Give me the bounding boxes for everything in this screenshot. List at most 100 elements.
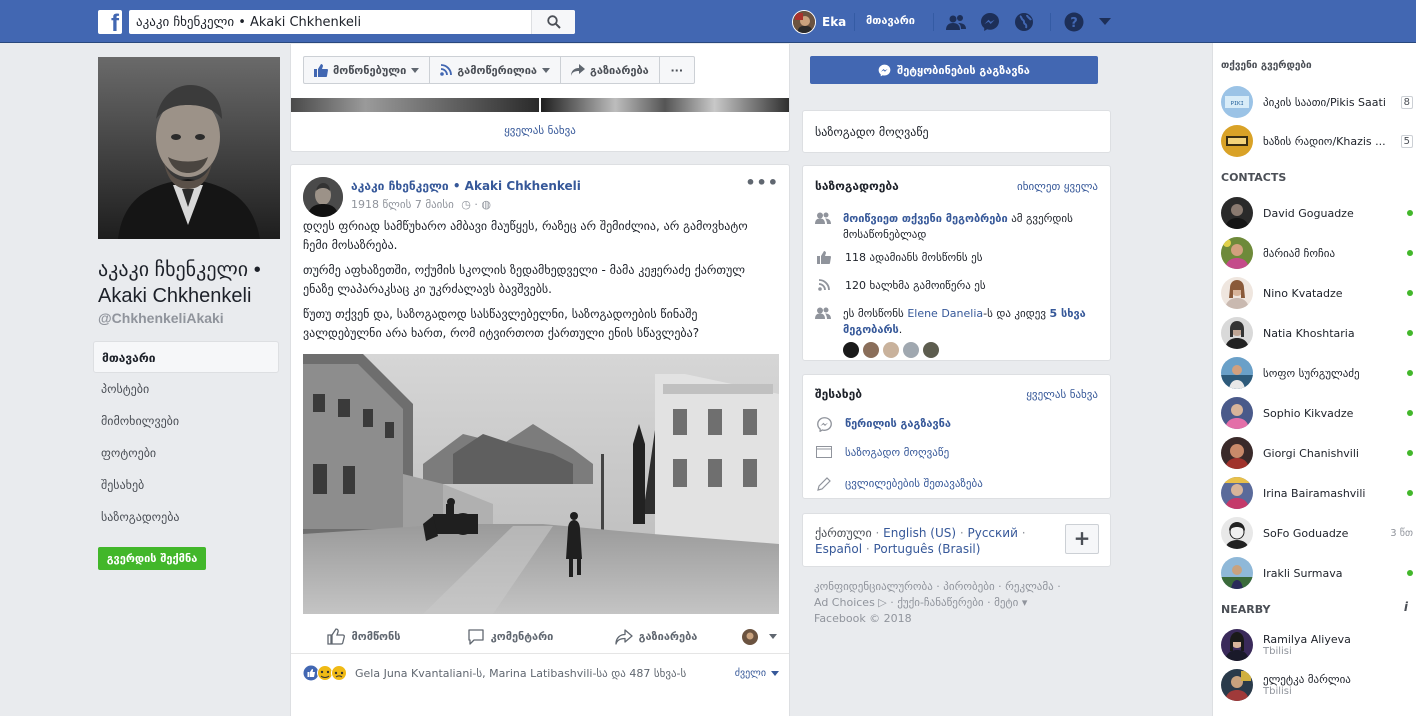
more-options-button[interactable]: ··· — [658, 56, 695, 84]
post-actions: მომწონს კომენტარი გაზიარება — [291, 620, 789, 654]
friends-icon — [815, 307, 831, 319]
nav-item-photos[interactable]: ფოტოები — [93, 437, 279, 469]
language-spanish[interactable]: Español — [815, 542, 862, 556]
contact-name: Nino Kvatadze — [1263, 286, 1343, 300]
nav-item-about[interactable]: შესახებ — [93, 469, 279, 501]
search-input[interactable] — [129, 11, 531, 33]
avatar[interactable] — [903, 342, 919, 358]
photo-strip[interactable] — [291, 98, 789, 112]
about-see-all-link[interactable]: ყველას ნახვა — [1026, 388, 1098, 401]
photo-thumbnail[interactable] — [541, 98, 789, 112]
friend-name-link[interactable]: Elene Danelia — [907, 307, 983, 320]
notifications-button[interactable] — [1013, 11, 1035, 33]
contact-item[interactable]: David Goguadze — [1221, 195, 1413, 231]
category-link[interactable]: საზოგადო მოღვაწე — [845, 445, 949, 461]
search-bar — [129, 10, 575, 34]
nav-item-reviews[interactable]: მიმოხილვები — [93, 405, 279, 437]
sort-label: ძველი — [734, 667, 766, 679]
post-author-name[interactable]: აკაკი ჩხენკელი • Akaki Chkhenkeli — [351, 179, 581, 193]
account-menu-button[interactable] — [1094, 11, 1116, 33]
post-author-avatar[interactable] — [303, 177, 343, 217]
info-icon[interactable]: i — [1404, 600, 1408, 614]
see-all-photos-link[interactable]: ყველას ნახვა — [290, 124, 790, 137]
user-avatar — [792, 10, 816, 34]
contact-item[interactable]: მარიამ ჩოჩია — [1221, 235, 1413, 271]
help-button[interactable]: ? — [1063, 11, 1085, 33]
invite-friends-link[interactable]: მოიწვიეთ თქვენი მეგობრები — [843, 212, 1008, 225]
footer-links[interactable]: კონფიდენციალურობა · პირობები · რეკლამა · — [814, 579, 1104, 595]
nav-item-community[interactable]: საზოგადოება — [93, 501, 279, 533]
nav-item-home[interactable]: მთავარი — [93, 341, 279, 373]
photo-thumbnail[interactable] — [291, 98, 539, 112]
page-shortcut[interactable]: ᴘɪᴋɪ პიკის საათი/Pikis Saati 8 — [1221, 84, 1413, 120]
reactions-summary[interactable]: Gela Juna Kvantaliani-ს, Marina Latibash… — [303, 665, 779, 681]
help-icon: ? — [1064, 12, 1084, 32]
facebook-logo-icon[interactable]: f — [98, 10, 122, 34]
contact-item[interactable]: სოფო სურგულაძე — [1221, 355, 1413, 391]
messages-button[interactable] — [979, 11, 1001, 33]
clock-icon: ◷ — [461, 198, 471, 211]
nearby-contact-item[interactable]: Ramilya Aliyeva Tbilisi — [1221, 627, 1413, 663]
contact-item[interactable]: Giorgi Chanishvili — [1221, 435, 1413, 471]
nearby-contact-item[interactable]: ელეტკა მარლია Tbilisi — [1221, 667, 1413, 703]
community-see-all-link[interactable]: იხილეთ ყველა — [1017, 180, 1098, 193]
online-status-icon — [1407, 450, 1413, 456]
language-russian[interactable]: Русский — [968, 526, 1018, 540]
friends-end: . — [898, 323, 903, 336]
contact-item[interactable]: SoFo Goduadze 3 წთ — [1221, 515, 1413, 551]
page-handle[interactable]: @ChkhenkeliAkaki — [98, 310, 224, 326]
comment-button[interactable]: კომენტარი — [437, 628, 583, 645]
avatar[interactable] — [863, 342, 879, 358]
contact-name: Irakli Surmava — [1263, 566, 1343, 580]
post-as-selector[interactable] — [729, 628, 789, 645]
create-page-button[interactable]: გვერდის შექმნა — [98, 547, 206, 570]
sort-comments-button[interactable]: ძველი — [735, 668, 779, 679]
search-button[interactable] — [531, 10, 575, 34]
page-shortcut[interactable]: ხაზის რადიო/Khazis ... 5 — [1221, 123, 1413, 159]
avatar[interactable] — [843, 342, 859, 358]
contact-item[interactable]: Sophio Kikvadze — [1221, 395, 1413, 431]
post-photo[interactable] — [303, 354, 779, 614]
share-arrow-icon — [571, 64, 586, 76]
post-paragraph: დღეს ფრიად სამწუხარო ამბავი მაუწყეს, რაზ… — [303, 219, 748, 252]
post-options-icon[interactable]: ••• — [745, 173, 779, 192]
home-button[interactable]: მთავარი — [866, 14, 915, 27]
share-page-button[interactable]: გაზიარება — [560, 56, 660, 84]
follows-row: 120 ხალხმა გამოიწერა ეს — [815, 278, 986, 294]
contacts-header: CONTACTS — [1221, 171, 1287, 184]
contact-name: SoFo Goduadze — [1263, 526, 1349, 540]
post-date[interactable]: 1918 წლის 7 მაისი — [351, 198, 454, 211]
chat-sidebar: თქვენი გვერდები ᴘɪᴋɪ პიკის საათი/Pikis S… — [1212, 43, 1416, 716]
language-english[interactable]: English (US) — [883, 526, 956, 540]
friend-requests-button[interactable] — [945, 11, 967, 33]
liked-button[interactable]: მოწონებული — [303, 56, 431, 84]
add-language-button[interactable]: + — [1065, 524, 1099, 554]
language-georgian[interactable]: ქართული — [815, 526, 872, 540]
about-card: შესახებ ყველას ნახვა წერილის გაგზავნა სა… — [802, 374, 1111, 499]
post-text: დღეს ფრიად სამწუხარო ამბავი მაუწყეს, რაზ… — [303, 217, 773, 349]
globe-icon — [1015, 13, 1033, 31]
avatar[interactable] — [883, 342, 899, 358]
share-arrow-icon — [614, 628, 633, 645]
following-button[interactable]: გამოწერილია — [429, 56, 562, 84]
contact-item[interactable]: Nino Kvatadze — [1221, 275, 1413, 311]
messenger-icon — [878, 64, 891, 76]
language-portuguese[interactable]: Português (Brasil) — [874, 542, 981, 556]
nav-item-posts[interactable]: პოსტები — [93, 373, 279, 405]
contact-item[interactable]: Irakli Surmava — [1221, 555, 1413, 591]
send-message-link[interactable]: წერილის გაგზავნა — [845, 416, 951, 432]
contact-item[interactable]: Natia Khoshtaria — [1221, 315, 1413, 351]
send-message-label: შეტყობინების გაგზავნა — [897, 63, 1030, 77]
avatar[interactable] — [923, 342, 939, 358]
post-meta: 1918 წლის 7 მაისი ◷ · ◍ — [351, 198, 492, 211]
suggest-edits-link[interactable]: ცვლილებების შეთავაზება — [845, 476, 983, 492]
liked-label: მოწონებული — [333, 63, 407, 77]
profile-picture[interactable] — [98, 57, 280, 239]
profile-button[interactable]: Eka — [792, 10, 846, 34]
send-message-button[interactable]: შეტყობინების გაგზავნა — [810, 56, 1098, 84]
footer-links-2[interactable]: Ad Choices ▷ · ქუქი-ჩანაწერები · მეტი ▾ — [814, 595, 1104, 611]
share-button[interactable]: გაზიარება — [583, 628, 729, 645]
contact-item[interactable]: Irina Bairamashvili — [1221, 475, 1413, 511]
like-button[interactable]: მომწონს — [291, 628, 437, 645]
contact-name: Sophio Kikvadze — [1263, 406, 1354, 420]
